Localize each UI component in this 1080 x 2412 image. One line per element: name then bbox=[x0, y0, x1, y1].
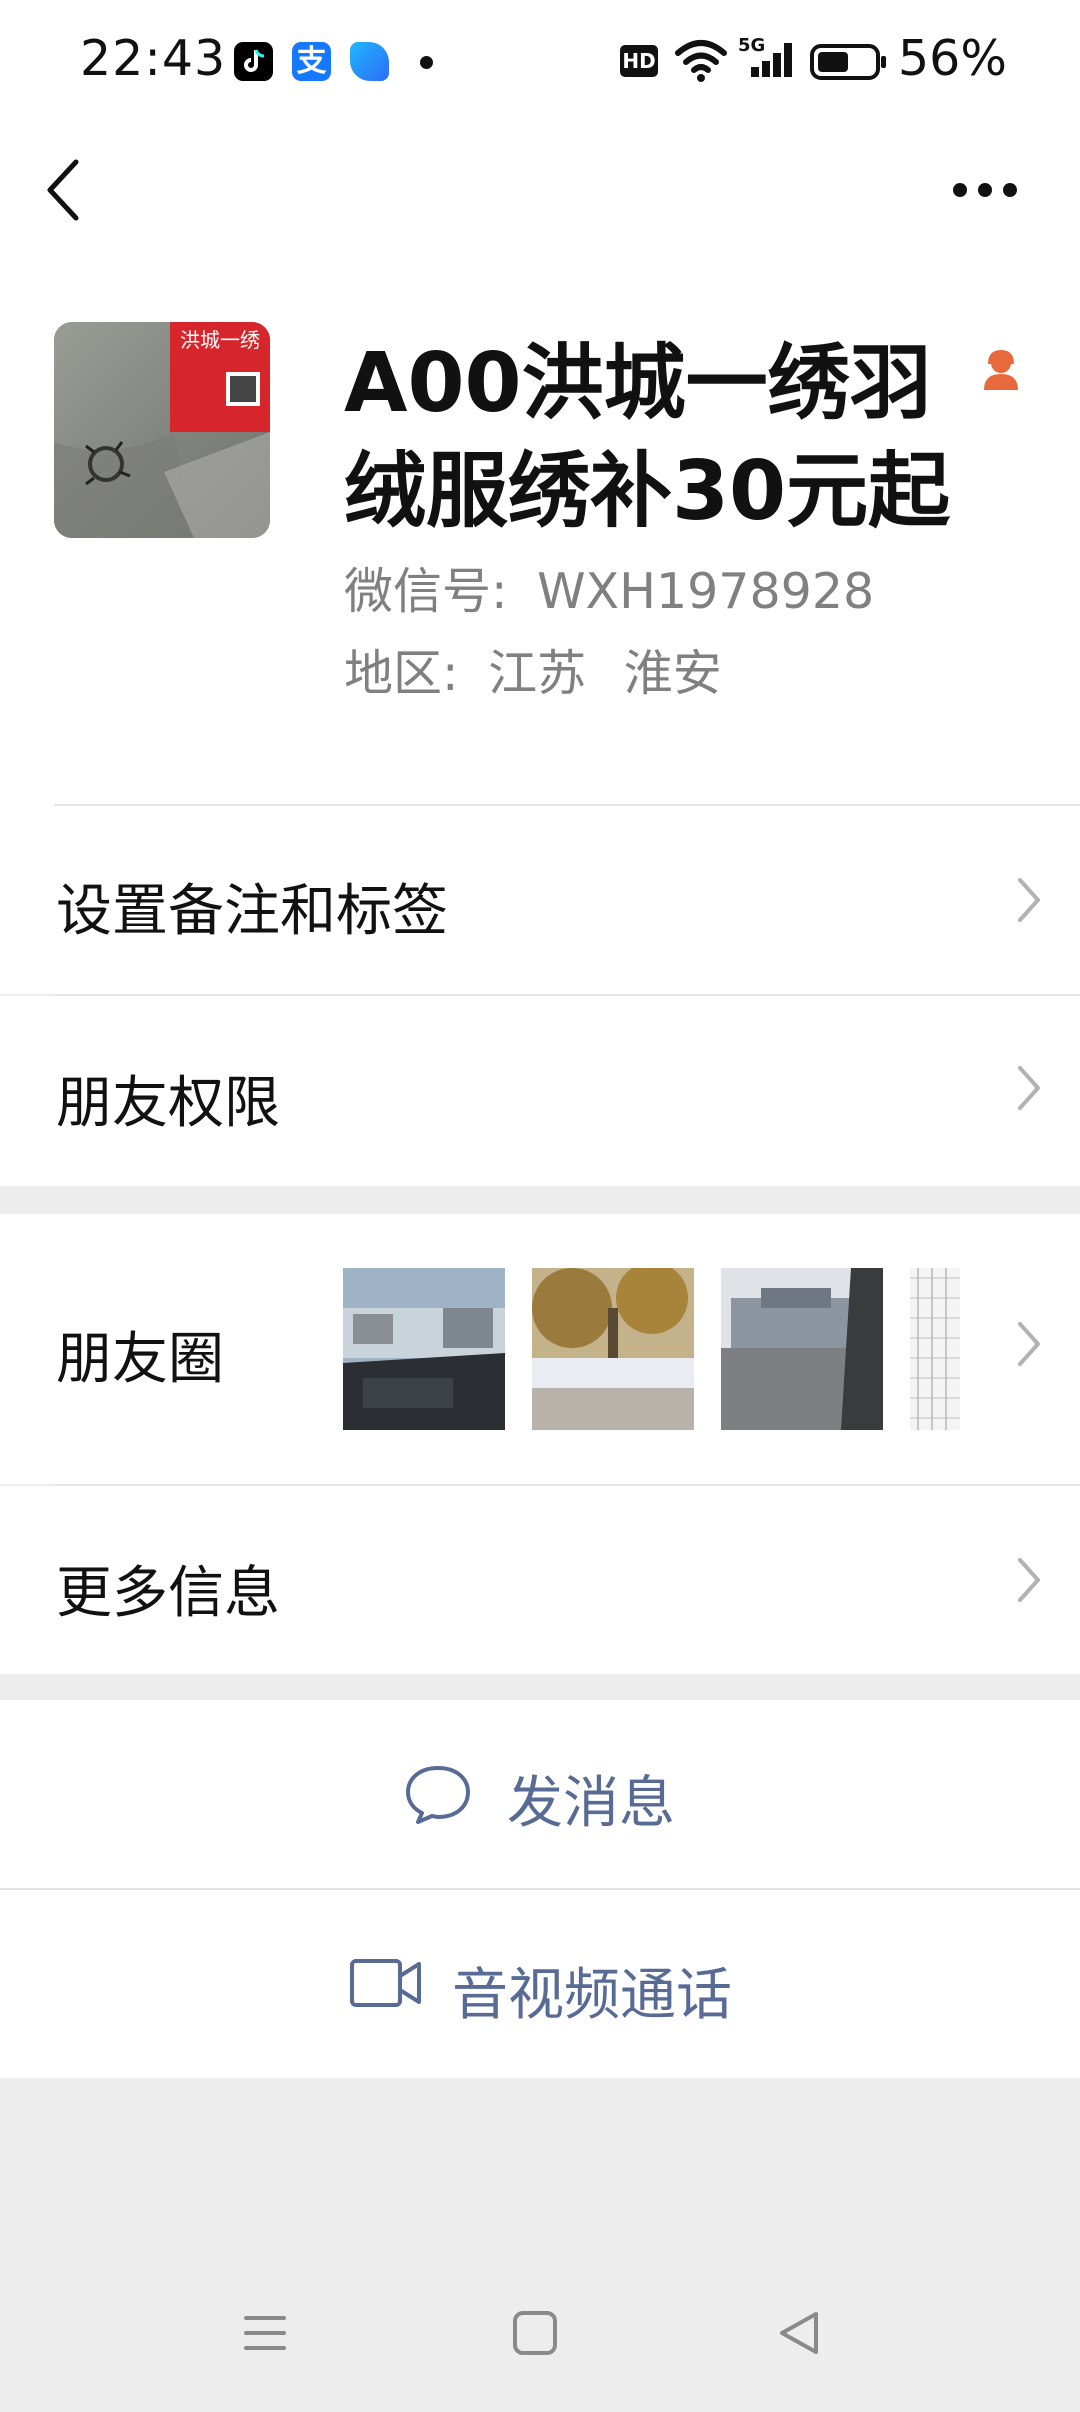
top-nav bbox=[0, 120, 1080, 260]
set-remark-tags-label: 设置备注和标签 bbox=[56, 879, 448, 944]
video-camera-icon bbox=[350, 1959, 421, 2007]
system-nav-bar bbox=[0, 2200, 1080, 2412]
send-message-label: 发消息 bbox=[507, 1771, 675, 1836]
moments-thumbnail bbox=[343, 1268, 505, 1430]
chevron-right-icon bbox=[1018, 1558, 1040, 1602]
moments-thumbnail bbox=[721, 1268, 883, 1430]
battery-percent: 56% bbox=[898, 30, 1007, 87]
chevron-right-icon bbox=[1018, 878, 1040, 922]
chevron-right-icon bbox=[1018, 1322, 1040, 1366]
chevron-left-icon bbox=[47, 159, 79, 221]
friend-permissions-label: 朋友权限 bbox=[56, 1071, 280, 1136]
chat-bubble-icon bbox=[406, 1766, 470, 1824]
moments-thumbnail bbox=[532, 1268, 694, 1430]
region-city: 淮安 bbox=[623, 645, 722, 702]
signal-5g-icon: 5G bbox=[738, 35, 798, 87]
moments-label: 朋友圈 bbox=[56, 1327, 224, 1392]
region-province: 江苏 bbox=[488, 645, 587, 702]
wechat-id-label: 微信号: bbox=[344, 563, 508, 620]
more-info-label: 更多信息 bbox=[56, 1561, 280, 1626]
more-info-row[interactable]: 更多信息 bbox=[0, 1486, 1080, 1674]
video-call-label: 音视频通话 bbox=[452, 1963, 732, 2028]
avatar[interactable]: 洪城一绣 bbox=[54, 322, 270, 538]
video-call-button[interactable]: 音视频通话 bbox=[0, 1890, 1080, 2078]
female-person-icon bbox=[980, 349, 1022, 396]
profile-header: 洪城一绣 A00洪城一绣羽绒服绣补30元起 微信号: WXH1978928 地区… bbox=[0, 260, 1080, 806]
battery-icon bbox=[810, 44, 888, 84]
wechat-id[interactable]: WXH1978928 bbox=[537, 563, 874, 620]
wifi-icon bbox=[674, 37, 728, 87]
network-label: 5G bbox=[738, 35, 766, 56]
menu-icon[interactable] bbox=[240, 2308, 290, 2358]
moments-thumbnail bbox=[910, 1268, 960, 1430]
friend-permissions-row[interactable]: 朋友权限 bbox=[0, 996, 1080, 1186]
tiktok-icon bbox=[234, 42, 273, 81]
status-bar: 22:43 支 HD 5G 56% bbox=[0, 0, 1080, 120]
alipay-icon: 支 bbox=[292, 42, 331, 81]
set-remark-tags-row[interactable]: 设置备注和标签 bbox=[0, 806, 1080, 994]
chevron-right-icon bbox=[1018, 1066, 1040, 1110]
avatar-text: 洪城一绣 bbox=[180, 328, 260, 352]
hd-icon: HD bbox=[620, 45, 658, 77]
back-triangle-icon[interactable] bbox=[774, 2308, 824, 2358]
notification-dot bbox=[420, 56, 433, 69]
app-icon bbox=[350, 42, 389, 81]
back-button[interactable] bbox=[36, 150, 96, 230]
home-icon[interactable] bbox=[510, 2308, 560, 2358]
more-button[interactable] bbox=[940, 155, 1030, 225]
send-message-button[interactable]: 发消息 bbox=[0, 1700, 1080, 1888]
wechat-id-row: 微信号: WXH1978928 bbox=[344, 552, 874, 623]
status-time: 22:43 bbox=[80, 30, 227, 87]
region-row: 地区: 江苏 淮安 bbox=[344, 634, 722, 705]
nickname: A00洪城一绣羽绒服绣补30元起 bbox=[344, 336, 951, 539]
region-label: 地区: bbox=[344, 645, 459, 702]
more-dots-icon bbox=[953, 183, 1017, 197]
moments-row[interactable]: 朋友圈 bbox=[0, 1214, 1080, 1484]
